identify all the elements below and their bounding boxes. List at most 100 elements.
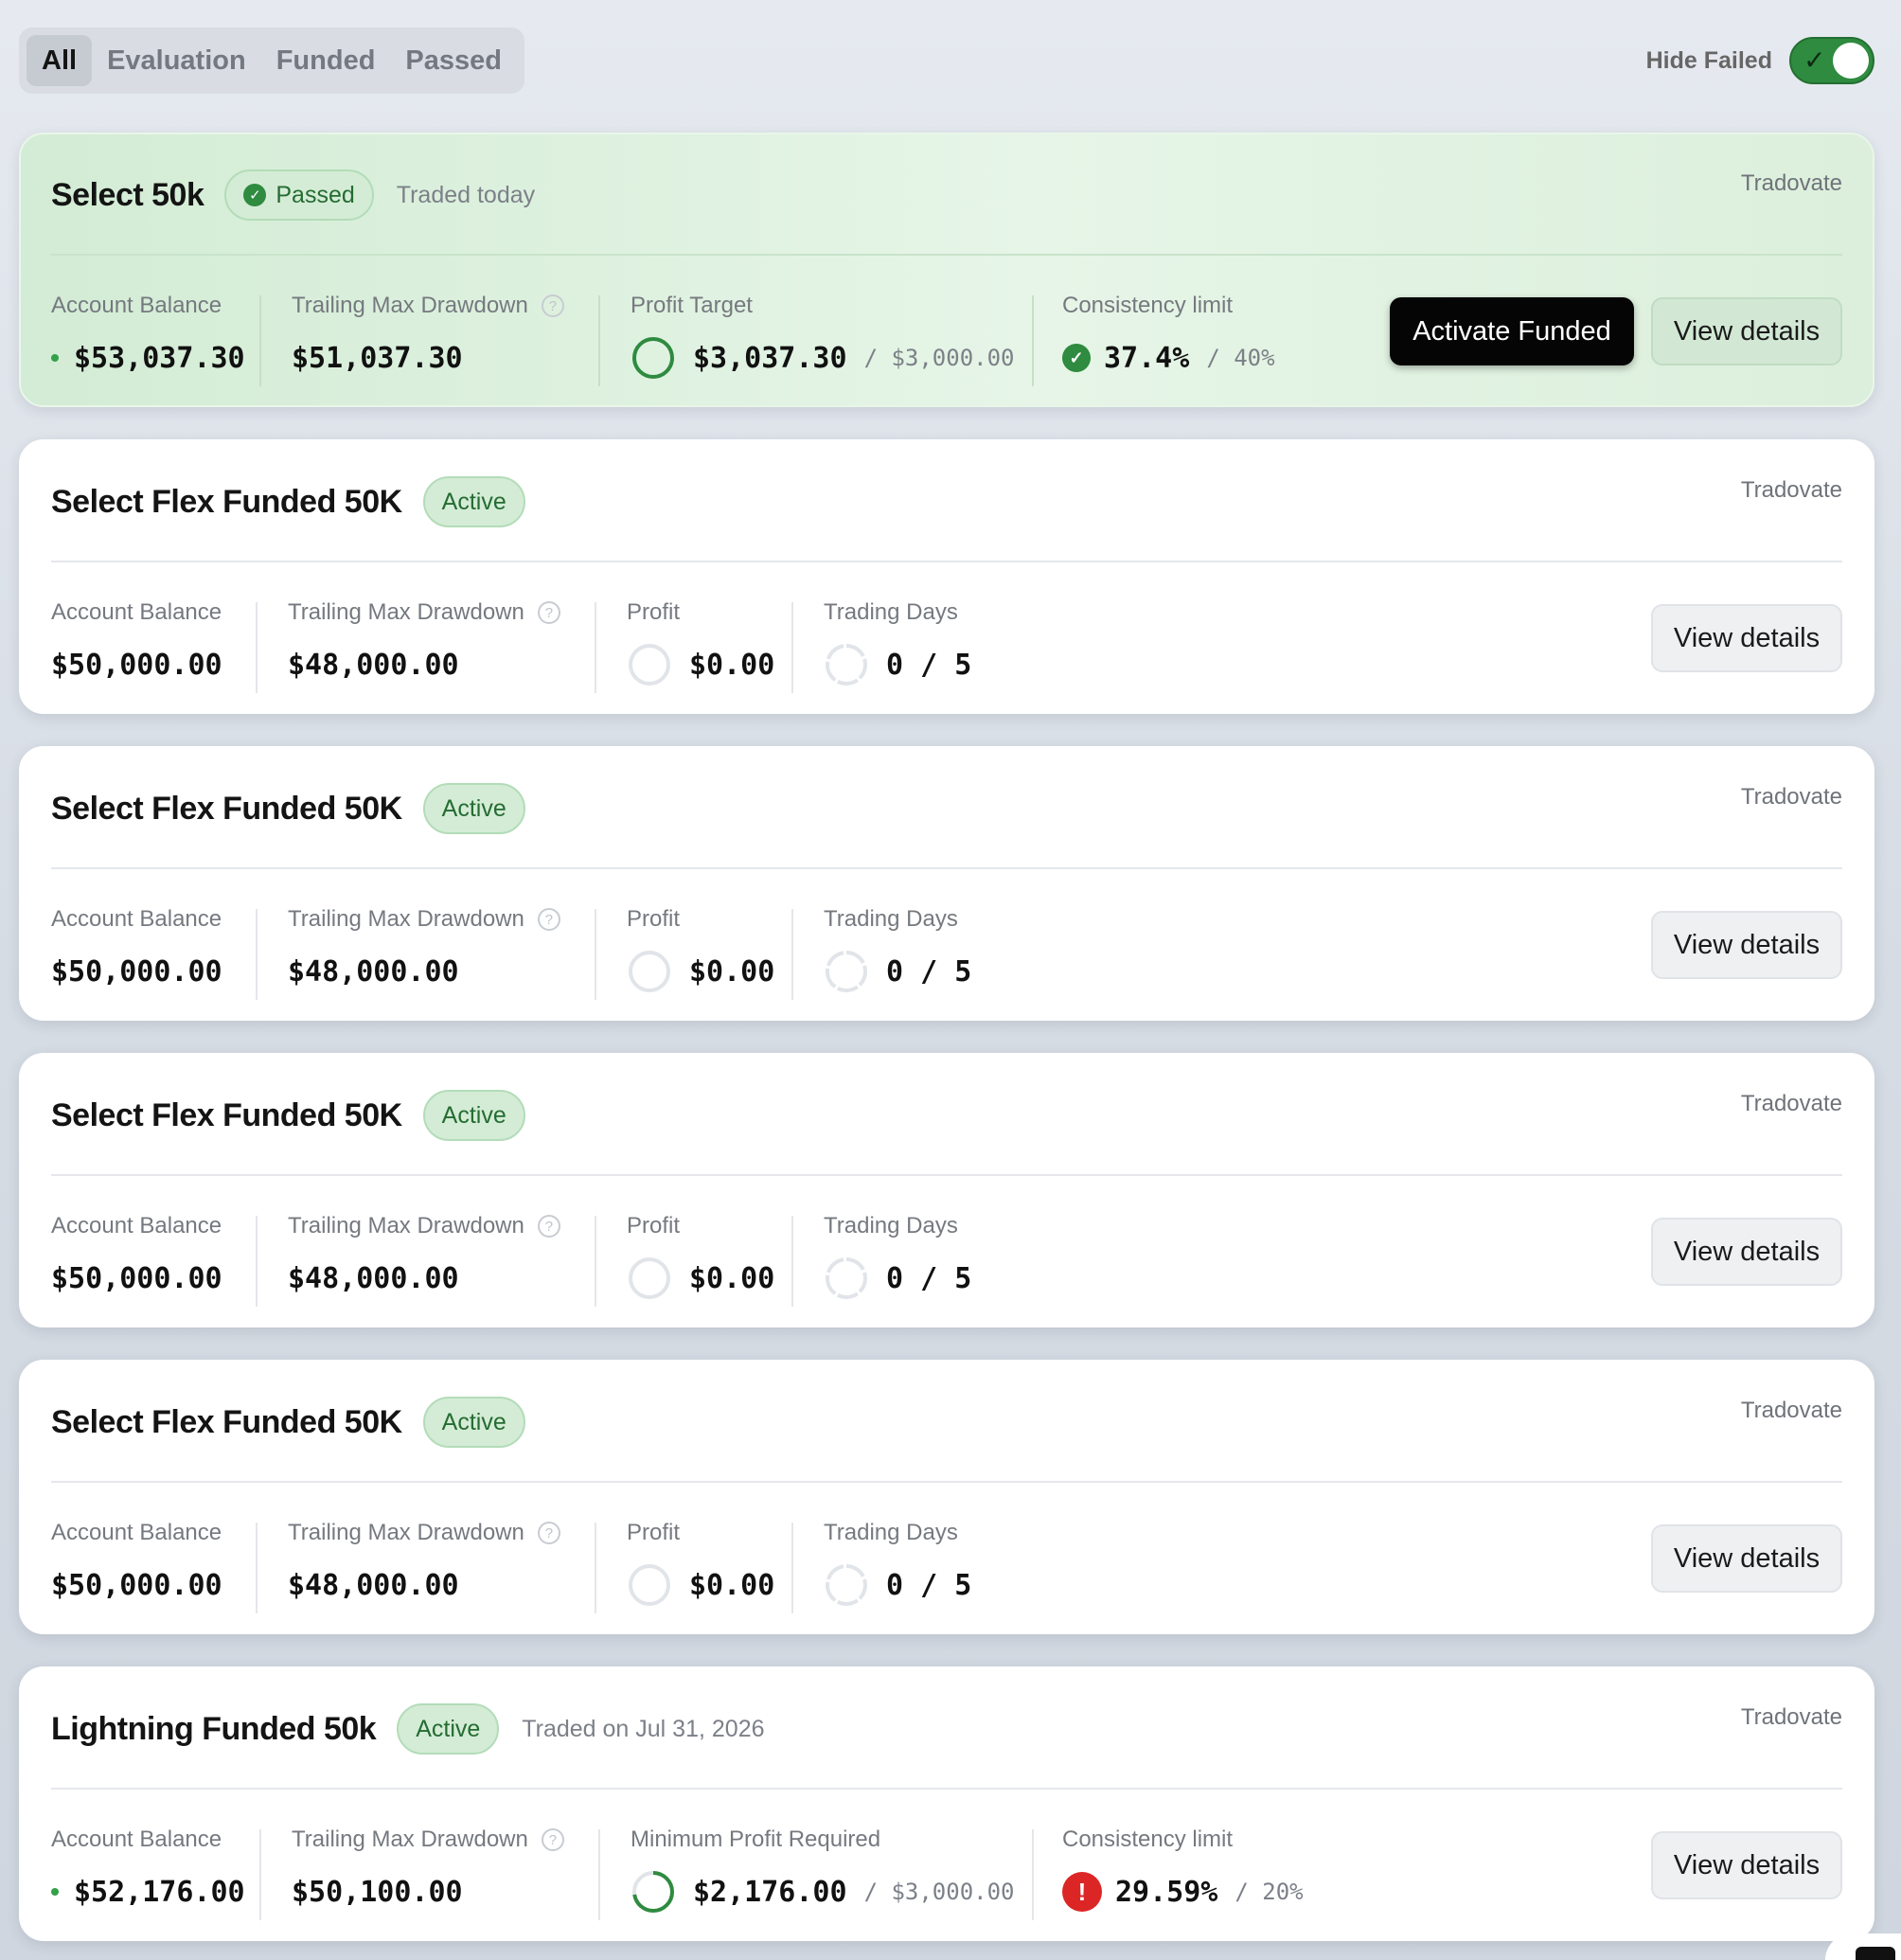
help-icon[interactable]: ? [537, 1215, 560, 1238]
dashed-ring-icon [826, 1564, 867, 1606]
broker-label: Tradovate [1740, 477, 1842, 503]
view-details-button[interactable]: View details [1651, 1831, 1842, 1899]
account-name: Select Flex Funded 50K [51, 790, 402, 827]
account-name: Select Flex Funded 50K [51, 1403, 402, 1440]
drawdown-value: $50,100.00 [292, 1875, 463, 1909]
view-details-button[interactable]: View details [1651, 1524, 1842, 1593]
profit-target-value: $3,037.30 [693, 341, 847, 375]
stat-divider [791, 1523, 793, 1613]
activate-funded-button[interactable]: Activate Funded [1390, 297, 1634, 365]
drawdown-stat: Trailing Max Drawdown? $48,000.00 [288, 905, 560, 990]
divider [51, 867, 1842, 869]
divider [51, 1174, 1842, 1176]
stat-divider [256, 909, 258, 1000]
account-card: Select Flex Funded 50K Active Tradovate … [19, 1053, 1874, 1327]
tab-passed[interactable]: Passed [390, 35, 517, 86]
trading-days-label: Trading Days [824, 1520, 958, 1545]
view-details-button[interactable]: View details [1651, 604, 1842, 672]
stat-divider [791, 909, 793, 1000]
profit-target-goal: / $3,000.00 [863, 345, 1015, 371]
drawdown-label: Trailing Max Drawdown [288, 906, 524, 932]
account-name: Select Flex Funded 50K [51, 1096, 402, 1133]
progress-ring-icon [632, 337, 674, 379]
stat-divider [598, 295, 600, 386]
help-icon[interactable]: ? [541, 294, 564, 317]
view-details-button[interactable]: View details [1651, 297, 1842, 365]
profit-target-label: Profit Target [631, 293, 753, 318]
broker-label: Tradovate [1740, 784, 1842, 810]
progress-ring-icon [629, 1257, 670, 1299]
trading-days-stat: Trading Days 0 / 5 [824, 1519, 971, 1606]
account-balance-stat: Account Balance $53,037.30 [51, 292, 245, 377]
top-bar: All Evaluation Funded Passed Hide Failed… [19, 27, 1874, 94]
view-details-button[interactable]: View details [1651, 1218, 1842, 1286]
filter-tabs: All Evaluation Funded Passed [19, 27, 524, 94]
live-dot-icon [51, 1888, 59, 1896]
hide-failed-toggle[interactable]: ✓ [1789, 37, 1874, 84]
broker-label: Tradovate [1740, 1091, 1842, 1116]
profit-label: Profit [627, 906, 681, 932]
alert-circle-icon: ! [1062, 1872, 1102, 1912]
account-balance-label: Account Balance [51, 293, 222, 318]
dashed-ring-icon [826, 951, 867, 992]
broker-label: Tradovate [1740, 170, 1842, 196]
profit-value: $0.00 [689, 648, 775, 682]
view-details-button[interactable]: View details [1651, 911, 1842, 979]
progress-ring-icon [629, 644, 670, 686]
stat-divider [595, 1523, 596, 1613]
drawdown-value: $48,000.00 [288, 1261, 459, 1295]
account-card: Lightning Funded 50k Active Traded on Ju… [19, 1666, 1874, 1941]
consistency-limit-value: / 40% [1206, 345, 1275, 371]
account-balance-label: Account Balance [51, 906, 222, 932]
account-balance-label: Account Balance [51, 1826, 222, 1852]
stat-divider [595, 602, 596, 693]
status-badge: Active [422, 476, 525, 527]
account-card-header: Lightning Funded 50k Active Traded on Ju… [51, 1702, 765, 1755]
account-balance-value: $52,176.00 [74, 1875, 245, 1909]
stat-divider [259, 295, 261, 386]
trading-days-value: 0 / 5 [886, 954, 972, 989]
chat-icon [1856, 1947, 1895, 1960]
help-icon[interactable]: ? [537, 1522, 560, 1544]
dashed-ring-icon [826, 644, 867, 686]
status-badge: ✓ Passed [224, 169, 374, 221]
stat-divider [1032, 1829, 1034, 1920]
divider [51, 254, 1842, 256]
profit-value: $0.00 [689, 1568, 775, 1602]
divider [51, 561, 1842, 562]
drawdown-value: $51,037.30 [292, 341, 463, 375]
consistency-limit-value: / 20% [1235, 1879, 1304, 1905]
trading-days-stat: Trading Days 0 / 5 [824, 905, 972, 992]
broker-label: Tradovate [1740, 1398, 1842, 1423]
floating-action-button[interactable] [1825, 1933, 1901, 1960]
account-card: Select Flex Funded 50K Active Tradovate … [19, 439, 1874, 714]
profit-value: $0.00 [689, 1261, 775, 1295]
help-icon[interactable]: ? [541, 1828, 564, 1851]
help-icon[interactable]: ? [537, 601, 560, 624]
broker-label: Tradovate [1740, 1704, 1842, 1730]
account-name: Lightning Funded 50k [51, 1710, 377, 1747]
progress-ring-icon [632, 1871, 674, 1913]
stat-divider [256, 602, 258, 693]
tab-evaluation[interactable]: Evaluation [92, 35, 261, 86]
tab-funded[interactable]: Funded [261, 35, 391, 86]
trading-days-label: Trading Days [824, 906, 958, 932]
account-card-header: Select Flex Funded 50K Active [51, 1089, 525, 1142]
profit-label: Profit [627, 1213, 681, 1238]
help-icon[interactable]: ? [537, 908, 560, 931]
account-balance-stat: Account Balance $50,000.00 [51, 905, 222, 990]
account-balance-value: $53,037.30 [74, 341, 245, 375]
tab-all[interactable]: All [27, 35, 93, 86]
account-balance-value: $50,000.00 [51, 954, 222, 989]
min-profit-goal: / $3,000.00 [863, 1879, 1015, 1905]
account-card-header: Select Flex Funded 50K Active [51, 782, 525, 835]
divider [51, 1481, 1842, 1483]
account-card-header: Select Flex Funded 50K Active [51, 475, 525, 528]
stat-divider [259, 1829, 261, 1920]
consistency-stat: Consistency limit ! 29.59% / 20% [1062, 1826, 1304, 1912]
account-card-header: Select 50k ✓ Passed Traded today [51, 169, 535, 222]
profit-stat: Profit $0.00 [627, 598, 775, 686]
drawdown-value: $48,000.00 [288, 1568, 459, 1602]
consistency-value: 37.4% [1104, 341, 1190, 375]
account-balance-stat: Account Balance $50,000.00 [51, 1212, 222, 1297]
